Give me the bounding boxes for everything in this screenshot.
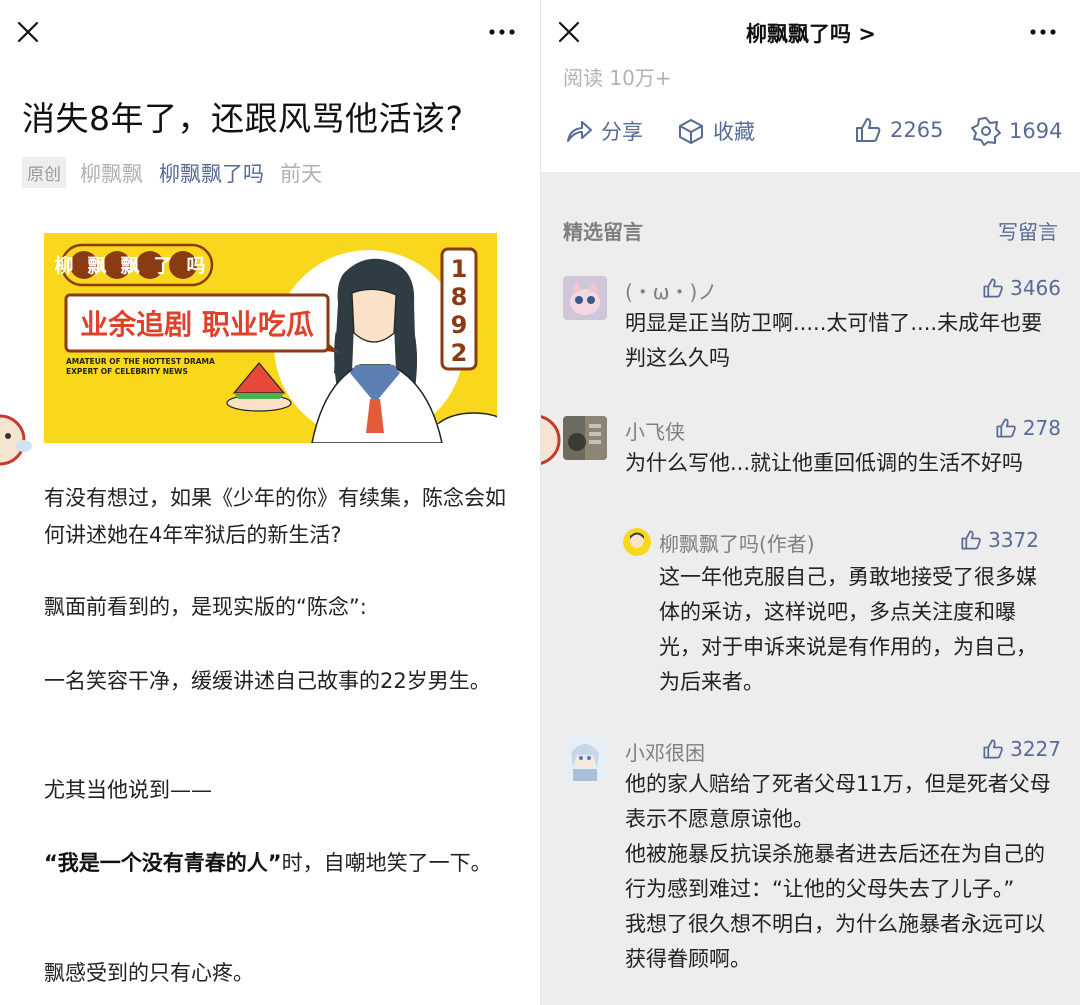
box-favorite-icon — [679, 119, 703, 144]
article-paragraph: “我是一个没有青春的人”时，自嘲地笑了一下。 — [44, 845, 514, 882]
banner-digit: 1 — [451, 255, 468, 283]
share-label: 分享 — [601, 120, 643, 144]
like-count: 2265 — [890, 118, 944, 142]
comment-nickname: 小邓很困 — [625, 741, 705, 765]
author-name: 柳飘飘 — [80, 161, 143, 186]
article-title: 消失8年了，还跟风骂他活该? — [22, 99, 464, 138]
reply-nickname: 柳飘飘了吗(作者) — [659, 532, 815, 556]
publish-date: 前天 — [280, 161, 322, 186]
favorite-label: 收藏 — [713, 120, 755, 144]
floating-sticker-icon[interactable] — [0, 406, 34, 474]
comment-text: 为什么写他...就让他重回低调的生活不好吗 — [625, 451, 1024, 475]
share-icon — [567, 121, 592, 142]
banner-digit: 9 — [451, 311, 468, 339]
reply-like-button[interactable]: 3372 — [960, 528, 1039, 552]
share-button[interactable]: 分享 — [565, 116, 643, 146]
comment-text-line: 我想了很久想不明白，为什么施暴者永远可以获得眷顾啊。 — [625, 912, 1045, 971]
article-paragraph: 尤其当他说到—— — [44, 778, 212, 802]
read-count: 阅读 10万+ — [563, 66, 672, 90]
comments-panel: 柳飘飘了吗 > 阅读 10万+ 分享 收藏 2265 1694 精选留言 写留言… — [540, 0, 1080, 1005]
comment-like-count: 278 — [1022, 416, 1061, 440]
avatar[interactable] — [563, 276, 607, 320]
floating-sticker-icon — [541, 415, 561, 465]
like-button[interactable]: 2265 — [854, 116, 943, 144]
reply-text: 这一年他克服自己，勇敢地接受了很多媒体的采访，这样说吧，多点关注度和曝光，对于申… — [659, 565, 1037, 694]
more-options-icon[interactable] — [1029, 20, 1057, 44]
original-badge: 原创 — [22, 157, 66, 188]
close-icon[interactable] — [16, 20, 40, 44]
article-topbar — [0, 0, 540, 66]
account-title-link[interactable]: 柳飘飘了吗 > — [541, 18, 1080, 48]
banner-digit: 8 — [451, 283, 468, 311]
header-banner-image: 柳飘飘了吗 业余追剧 职业吃瓜 AMATEUR OF THE HOTTEST D… — [44, 233, 497, 443]
reply-like-count: 3372 — [988, 528, 1039, 552]
banner-subtitle-2: EXPERT OF CELEBRITY NEWS — [66, 367, 188, 376]
comment-nickname: 小飞侠 — [625, 420, 685, 444]
thumbs-up-icon — [961, 530, 981, 550]
avatar[interactable] — [563, 416, 607, 460]
thumbs-up-icon — [996, 418, 1016, 438]
thumbs-up-icon — [983, 278, 1003, 298]
banner-slogan: 业余追剧 职业吃瓜 — [80, 308, 314, 341]
comment-text-line: 他的家人赔给了死者父母11万，但是死者父母表示不愿意原谅他。 — [625, 772, 1051, 831]
write-comment-button[interactable]: 写留言 — [998, 216, 1058, 245]
wow-flower-icon — [971, 117, 1001, 146]
article-footer: 柳飘飘了吗 > 阅读 10万+ 分享 收藏 2265 1694 — [541, 0, 1080, 172]
avatar[interactable] — [563, 737, 607, 781]
bold-quote: “我是一个没有青春的人” — [44, 851, 282, 875]
banner-illustration: 柳飘飘了吗 业余追剧 职业吃瓜 AMATEUR OF THE HOTTEST D… — [44, 233, 497, 443]
banner-digit: 2 — [451, 339, 468, 367]
comment-text: 他的家人赔给了死者父母11万，但是死者父母表示不愿意原谅他。 他被施暴反抗误杀施… — [625, 767, 1061, 977]
banner-subtitle-1: AMATEUR OF THE HOTTEST DRAMA — [66, 357, 215, 366]
comment-like-count: 3227 — [1010, 737, 1061, 761]
article-paragraph: 飘感受到的只有心疼。 — [44, 961, 254, 985]
author-avatar[interactable] — [623, 528, 651, 556]
comment-like-button[interactable]: 3227 — [982, 737, 1061, 761]
looking-button[interactable]: 1694 — [971, 116, 1062, 146]
comment-text-line: 他被施暴反抗误杀施暴者进去后还在为自己的行为感到难过：“让他的父母失去了儿子。” — [625, 842, 1045, 901]
more-options-icon[interactable] — [488, 20, 516, 44]
comment-like-button[interactable]: 3466 — [982, 276, 1061, 300]
banner-brand: 柳飘飘了吗 — [54, 254, 219, 277]
article-paragraph: 有没有想过，如果《少年的你》有续集，陈念会如何讲述她在4年牢狱后的新生活? — [44, 486, 506, 547]
article-paragraph: 飘面前看到的，是现实版的“陈念”: — [44, 595, 367, 619]
comment-nickname: (・ω・)ノ — [625, 280, 718, 304]
account-link[interactable]: 柳飘飘了吗 — [159, 158, 264, 188]
article-panel: 消失8年了，还跟风骂他活该? 原创 柳飘飘 柳飘飘了吗 前天 柳飘飘了吗 业余追… — [0, 0, 540, 1005]
article-paragraph: 一名笑容干净，缓缓讲述自己故事的22岁男生。 — [44, 669, 491, 693]
thumbs-up-icon — [983, 739, 1003, 759]
comment-like-count: 3466 — [1010, 276, 1061, 300]
featured-comments-title: 精选留言 — [563, 220, 643, 244]
looking-count: 1694 — [1009, 119, 1063, 143]
thumbs-up-icon — [856, 118, 881, 142]
article-meta: 原创 柳飘飘 柳飘飘了吗 前天 — [22, 157, 322, 188]
quote-continuation: 时，自嘲地笑了一下。 — [281, 851, 492, 875]
favorite-button[interactable]: 收藏 — [677, 116, 755, 146]
comment-text: 明显是正当防卫啊.....太可惜了....未成年也要判这么久吗 — [625, 311, 1043, 370]
comment-like-button[interactable]: 278 — [995, 416, 1061, 440]
